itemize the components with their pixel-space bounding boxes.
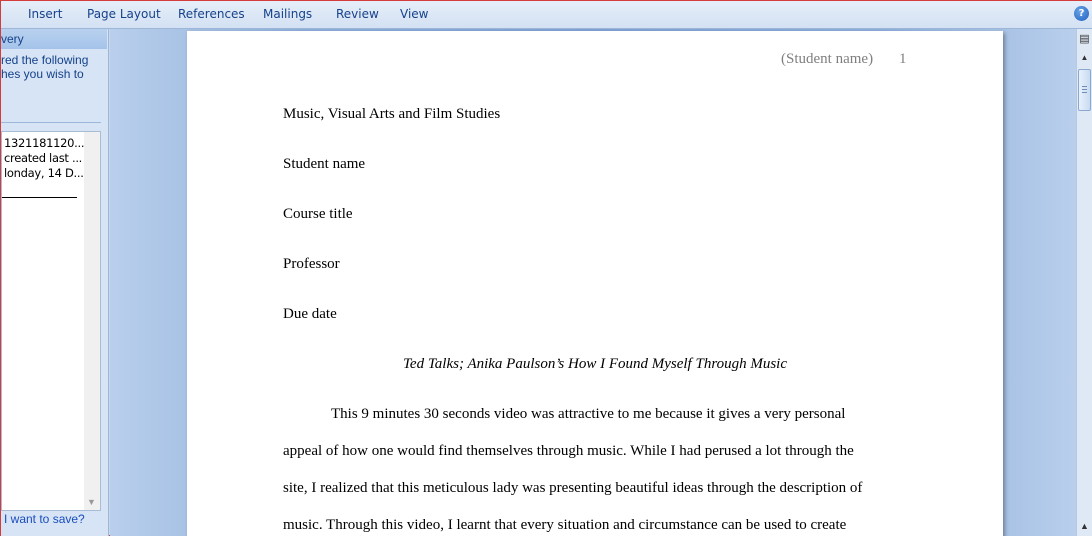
- page-number: 1: [899, 51, 907, 67]
- recovered-files-list[interactable]: 1321181120... created last ... londay, 1…: [1, 131, 101, 511]
- tab-mailings[interactable]: Mailings: [263, 7, 312, 21]
- scroll-up-icon[interactable]: ▲: [1078, 51, 1091, 65]
- tab-insert[interactable]: Insert: [28, 7, 62, 21]
- vertical-scrollbar[interactable]: ▤ ▲ ▲: [1076, 29, 1092, 536]
- pane-description-line: hes you wish to: [1, 67, 84, 81]
- grip-line: [1082, 86, 1087, 87]
- help-icon[interactable]: ?: [1074, 6, 1089, 21]
- tab-references[interactable]: References: [178, 7, 245, 21]
- recovered-file-status[interactable]: created last ...: [4, 151, 82, 165]
- scroll-down-icon[interactable]: ▼: [87, 497, 96, 507]
- tab-view[interactable]: View: [400, 7, 428, 21]
- which-file-to-save-link[interactable]: I want to save?: [4, 512, 85, 526]
- tab-review[interactable]: Review: [336, 7, 379, 21]
- running-header: (Student name): [781, 51, 874, 67]
- student-name-line: Student name: [283, 156, 366, 172]
- body-line: This 9 minutes 30 seconds video was attr…: [331, 406, 846, 422]
- grip-line: [1082, 92, 1087, 93]
- document-recovery-pane: very red the following hes you wish to 1…: [1, 29, 109, 536]
- pane-description-line: red the following: [1, 53, 89, 67]
- course-title-line: Course title: [283, 206, 353, 222]
- professor-line: Professor: [283, 256, 340, 272]
- essay-title: Ted Talks; Anika Paulson’s How I Found M…: [402, 356, 788, 372]
- view-ruler-icon[interactable]: ▤: [1078, 33, 1091, 46]
- body-line: music. Through this video, I learnt that…: [283, 517, 847, 533]
- document-page[interactable]: (Student name) 1 Music, Visual Arts and …: [187, 31, 1003, 536]
- document-canvas: (Student name) 1 Music, Visual Arts and …: [110, 29, 1076, 536]
- pane-title: very: [1, 29, 107, 49]
- file-list-scrollbar[interactable]: ▼: [84, 132, 100, 510]
- recovered-file-name[interactable]: 1321181120...: [4, 136, 85, 150]
- file-separator: [2, 197, 77, 198]
- body-line: site, I realized that this meticulous la…: [283, 480, 863, 496]
- course-name-line: Music, Visual Arts and Film Studies: [283, 106, 501, 122]
- scroll-thumb[interactable]: [1078, 69, 1091, 111]
- due-date-line: Due date: [283, 306, 337, 322]
- pane-divider: [1, 122, 101, 123]
- ribbon-tab-bar: Insert Page Layout References Mailings R…: [1, 1, 1092, 29]
- pane-description: red the following hes you wish to: [1, 53, 101, 81]
- body-line: appeal of how one would find themselves …: [283, 443, 854, 459]
- grip-line: [1082, 89, 1087, 90]
- tab-page-layout[interactable]: Page Layout: [87, 7, 161, 21]
- previous-page-icon[interactable]: ▲: [1078, 519, 1091, 533]
- recovered-file-date[interactable]: londay, 14 D...: [4, 166, 84, 180]
